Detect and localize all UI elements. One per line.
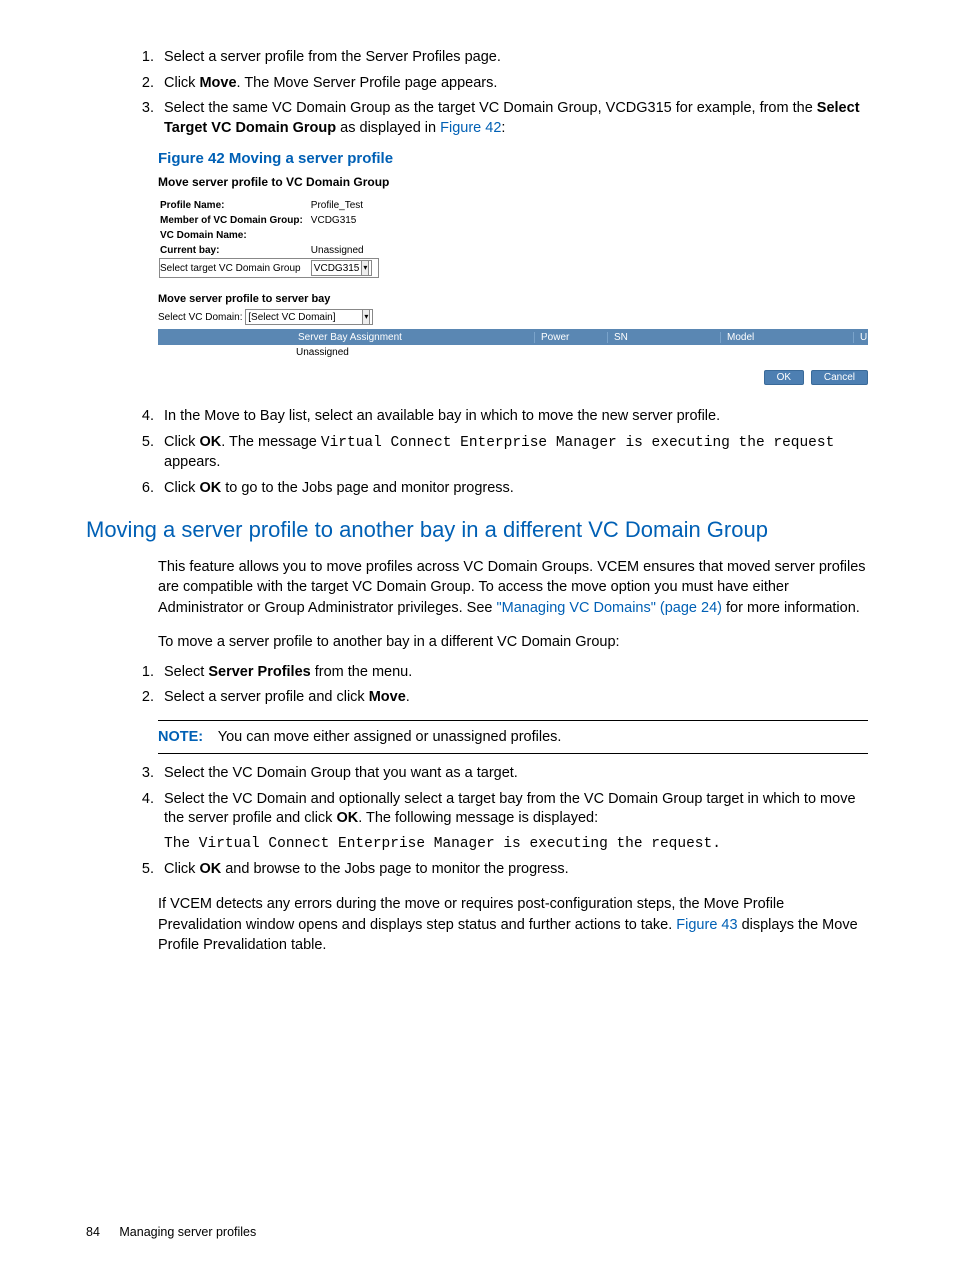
steps-list-top: Select a server profile from the Server … — [86, 48, 868, 138]
chevron-down-icon: ▾ — [362, 309, 370, 325]
figure-42: Move server profile to VC Domain Group P… — [158, 175, 868, 385]
step-4: In the Move to Bay list, select an avail… — [158, 407, 868, 427]
step-3: Select the same VC Domain Group as the t… — [158, 99, 868, 138]
step-b5: Click OK and browse to the Jobs page to … — [158, 860, 868, 880]
figure-43-link[interactable]: Figure 43 — [676, 917, 737, 933]
chevron-down-icon: ▾ — [361, 260, 369, 276]
step-b4: Select the VC Domain and optionally sele… — [158, 790, 868, 855]
step-b2: Select a server profile and click Move. — [158, 688, 868, 708]
page-footer: 84 Managing server profiles — [86, 1225, 256, 1239]
section-heading: Moving a server profile to another bay i… — [86, 517, 868, 543]
footer-title: Managing server profiles — [119, 1225, 256, 1239]
paragraph-3: If VCEM detects any errors during the mo… — [158, 894, 868, 955]
note-block: NOTE: You can move either assigned or un… — [158, 720, 868, 754]
cancel-button[interactable]: Cancel — [811, 370, 868, 385]
step-5: Click OK. The message Virtual Connect En… — [158, 433, 868, 473]
select-vc-domain-dropdown[interactable]: [Select VC Domain] ▾ — [245, 309, 373, 325]
step-1: Select a server profile from the Server … — [158, 48, 868, 68]
assignment-table-header: Server Bay Assignment Power SN Model UID — [158, 329, 868, 345]
step-2: Click Move. The Move Server Profile page… — [158, 74, 868, 94]
step-b1: Select Server Profiles from the menu. — [158, 663, 868, 683]
figure-title: Move server profile to VC Domain Group — [158, 175, 868, 189]
steps-list-bottom-2: Select the VC Domain Group that you want… — [86, 764, 868, 880]
assignment-table-row: Unassigned — [158, 345, 868, 360]
steps-list-bottom-1: Select Server Profiles from the menu. Se… — [86, 663, 868, 708]
document-page: Select a server profile from the Server … — [0, 0, 954, 1271]
select-target-label: Select target VC Domain Group — [160, 259, 309, 277]
ok-button[interactable]: OK — [764, 370, 804, 385]
figure-subtitle: Move server profile to server bay — [158, 293, 868, 305]
step-6: Click OK to go to the Jobs page and moni… — [158, 479, 868, 499]
step-b3: Select the VC Domain Group that you want… — [158, 764, 868, 784]
note-label: NOTE: — [158, 727, 214, 747]
note-text: You can move either assigned or unassign… — [218, 729, 562, 745]
select-target-dropdown[interactable]: VCDG315▾ — [311, 260, 373, 276]
page-number: 84 — [86, 1225, 100, 1239]
figure-42-link[interactable]: Figure 42 — [440, 120, 501, 136]
managing-vc-domains-link[interactable]: "Managing VC Domains" (page 24) — [496, 600, 722, 616]
steps-list-mid: In the Move to Bay list, select an avail… — [86, 407, 868, 498]
paragraph-2: To move a server profile to another bay … — [158, 632, 868, 652]
paragraph-1: This feature allows you to move profiles… — [158, 557, 868, 618]
figure-caption: Figure 42 Moving a server profile — [158, 150, 868, 167]
profile-info-table: Profile Name:Profile_Test Member of VC D… — [158, 197, 380, 279]
